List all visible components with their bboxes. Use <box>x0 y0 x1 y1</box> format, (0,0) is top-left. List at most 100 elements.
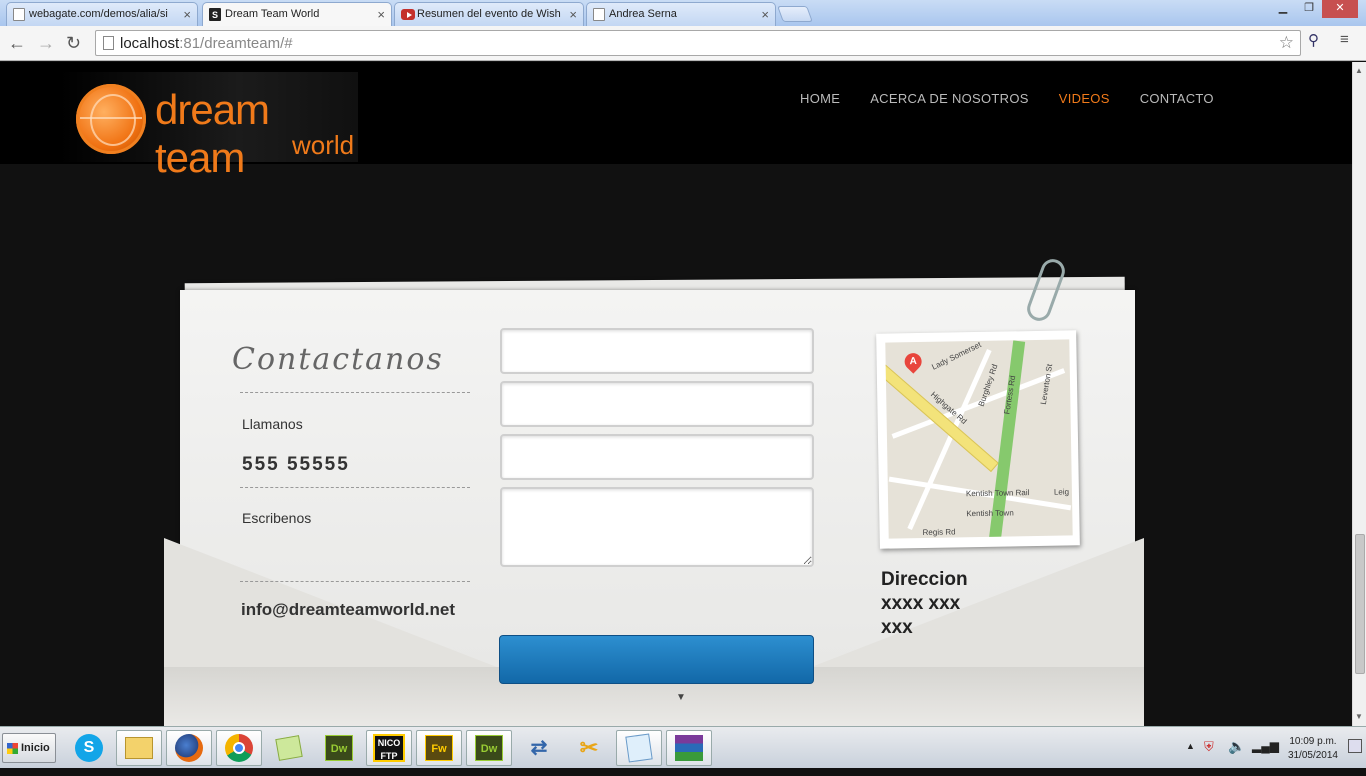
dreamweaver-icon[interactable]: Dw <box>316 730 362 766</box>
nav-home[interactable]: HOME <box>800 91 840 106</box>
system-tray: ▲ ⛨ 🔈 ▂▄▆ 10:09 p.m. 31/05/2014 <box>1180 729 1366 767</box>
tab-close-icon[interactable]: × <box>183 7 191 22</box>
url-path: :81/dreamteam/# <box>179 35 293 52</box>
tools-icon[interactable]: ✂ <box>566 730 612 766</box>
volume-icon[interactable]: 🔈 <box>1228 738 1245 755</box>
address-block: Direccion xxxx xxx xxx <box>881 568 968 640</box>
skype-icon[interactable]: S <box>66 730 112 766</box>
page-scrollbar[interactable]: ▲ ▼ <box>1352 62 1366 726</box>
scrollbar-thumb[interactable] <box>1355 534 1365 674</box>
write-label: Escribenos <box>242 510 312 526</box>
divider <box>240 392 470 393</box>
address-title: Direccion <box>881 569 968 590</box>
scroll-up-icon[interactable]: ▲ <box>1355 66 1363 75</box>
map-label: Lady Somerset <box>930 340 983 372</box>
address-line: xxxx xxx <box>881 593 961 614</box>
tab-resumen[interactable]: Resumen del evento de Wish × <box>394 2 584 26</box>
divider <box>240 581 470 582</box>
fireworks-icon[interactable]: Fw <box>416 730 462 766</box>
tab-close-icon[interactable]: × <box>761 7 769 22</box>
chrome-icon[interactable] <box>216 730 262 766</box>
address-bar[interactable]: localhost:81/dreamteam/# ☆ <box>95 30 1301 56</box>
subject-field[interactable] <box>500 434 814 480</box>
scroll-down-icon[interactable]: ▼ <box>676 692 686 703</box>
nav-about[interactable]: ACERCA DE NOSOTROS <box>870 91 1029 106</box>
map-area: A Lady Somerset Burghley Rd Fortess Rd L… <box>885 339 1073 539</box>
email-address: info@dreamteamworld.net <box>241 600 455 619</box>
restore-icon[interactable]: ❐ <box>1296 0 1322 18</box>
nav-contact[interactable]: CONTACTO <box>1140 91 1214 106</box>
nicoftp-icon[interactable]: NICO FTP <box>366 730 412 766</box>
logo[interactable]: dream team world <box>60 72 358 181</box>
dw-label: Dw <box>325 735 353 761</box>
tab-title: Resumen del evento de Wish <box>417 8 561 20</box>
tab-strip: webagate.com/demos/alia/si × S Dream Tea… <box>0 0 1366 26</box>
url-host: localhost <box>120 35 180 52</box>
antivirus-icon[interactable]: ⛨ <box>1204 739 1214 755</box>
clock-date: 31/05/2014 <box>1287 750 1338 761</box>
start-button[interactable]: Inicio <box>2 733 56 763</box>
clock[interactable]: 10:09 p.m. 31/05/2014 <box>1288 735 1338 763</box>
logo-subtext: world <box>292 130 355 160</box>
tab-title: Dream Team World <box>225 8 320 20</box>
tab-title: Andrea Serna <box>609 8 677 20</box>
explorer-icon[interactable] <box>116 730 162 766</box>
close-window-icon[interactable]: ✕ <box>1322 0 1358 18</box>
map-label: Leig <box>1053 487 1070 497</box>
notes-icon[interactable] <box>266 730 312 766</box>
call-label: Llamanos <box>242 416 303 432</box>
map-image[interactable]: A Lady Somerset Burghley Rd Fortess Rd L… <box>876 330 1080 549</box>
message-field[interactable] <box>500 487 814 567</box>
taskbar: Inicio S Dw NICO FTP Fw Dw ⇄ ✂ ▲ ⛨ 🔈 ▂▄▆… <box>0 726 1366 768</box>
forward-icon[interactable]: → <box>37 32 55 54</box>
tab-webagate[interactable]: webagate.com/demos/alia/si × <box>6 2 198 26</box>
web-page: dream team world HOME ACERCA DE NOSOTROS… <box>0 62 1352 726</box>
signal-icon[interactable]: ▂▄▆ <box>1252 739 1279 753</box>
menu-icon[interactable]: ≡ <box>1340 31 1349 48</box>
notepad-icon[interactable] <box>616 730 662 766</box>
contact-title: Contactanos <box>232 342 444 377</box>
pin-label: A <box>909 356 917 368</box>
back-icon[interactable]: ← <box>8 32 26 54</box>
contact-envelope: ▼ Contactanos Llamanos 555 55555 Escribe… <box>164 255 1144 726</box>
email-field[interactable] <box>500 381 814 427</box>
map-label: Kentish Town Rail <box>965 488 1030 499</box>
extension-icon[interactable]: ⚲ <box>1308 31 1319 49</box>
browser-toolbar: ← → ↻ localhost:81/dreamteam/# ☆ ⚲ ≡ <box>0 26 1366 61</box>
site-header: dream team world HOME ACERCA DE NOSOTROS… <box>0 62 1352 181</box>
dw-label: Dw <box>475 735 503 761</box>
youtube-icon <box>401 9 415 20</box>
name-field[interactable] <box>500 328 814 374</box>
main-nav: HOME ACERCA DE NOSOTROS VIDEOS CONTACTO <box>800 91 1214 106</box>
submit-button[interactable] <box>499 635 814 684</box>
scroll-down-icon[interactable]: ▼ <box>1355 712 1363 721</box>
fw-label: Fw <box>425 735 453 761</box>
tab-close-icon[interactable]: × <box>377 7 385 22</box>
globe-icon <box>76 84 146 154</box>
winrar-icon[interactable] <box>666 730 712 766</box>
network-icon[interactable]: ⇄ <box>516 730 562 766</box>
tab-dream-team[interactable]: S Dream Team World × <box>202 2 392 26</box>
dreamweaver-icon[interactable]: Dw <box>466 730 512 766</box>
start-label: Inicio <box>21 742 50 754</box>
page-icon <box>593 8 605 21</box>
show-desktop-icon[interactable] <box>1348 739 1362 753</box>
bookmark-star-icon[interactable]: ☆ <box>1279 33 1294 53</box>
page-icon <box>13 8 25 21</box>
nav-videos[interactable]: VIDEOS <box>1059 91 1110 106</box>
firefox-icon[interactable] <box>166 730 212 766</box>
site-s-icon: S <box>209 8 221 21</box>
map-pin-icon: A <box>901 349 926 374</box>
tab-title: webagate.com/demos/alia/si <box>29 8 168 20</box>
minimize-icon[interactable]: ▁ <box>1270 0 1296 18</box>
tab-andrea[interactable]: Andrea Serna × <box>586 2 776 26</box>
reload-icon[interactable]: ↻ <box>66 32 81 54</box>
map-label: Leverton St <box>1038 363 1055 406</box>
clock-time: 10:09 p.m. <box>1289 736 1337 747</box>
new-tab-button[interactable] <box>777 6 813 22</box>
tab-close-icon[interactable]: × <box>569 7 577 22</box>
chevron-up-icon[interactable]: ▲ <box>1186 741 1195 751</box>
page-icon <box>103 36 114 50</box>
nico-label: NICO FTP <box>373 734 405 762</box>
map-road <box>907 348 992 531</box>
